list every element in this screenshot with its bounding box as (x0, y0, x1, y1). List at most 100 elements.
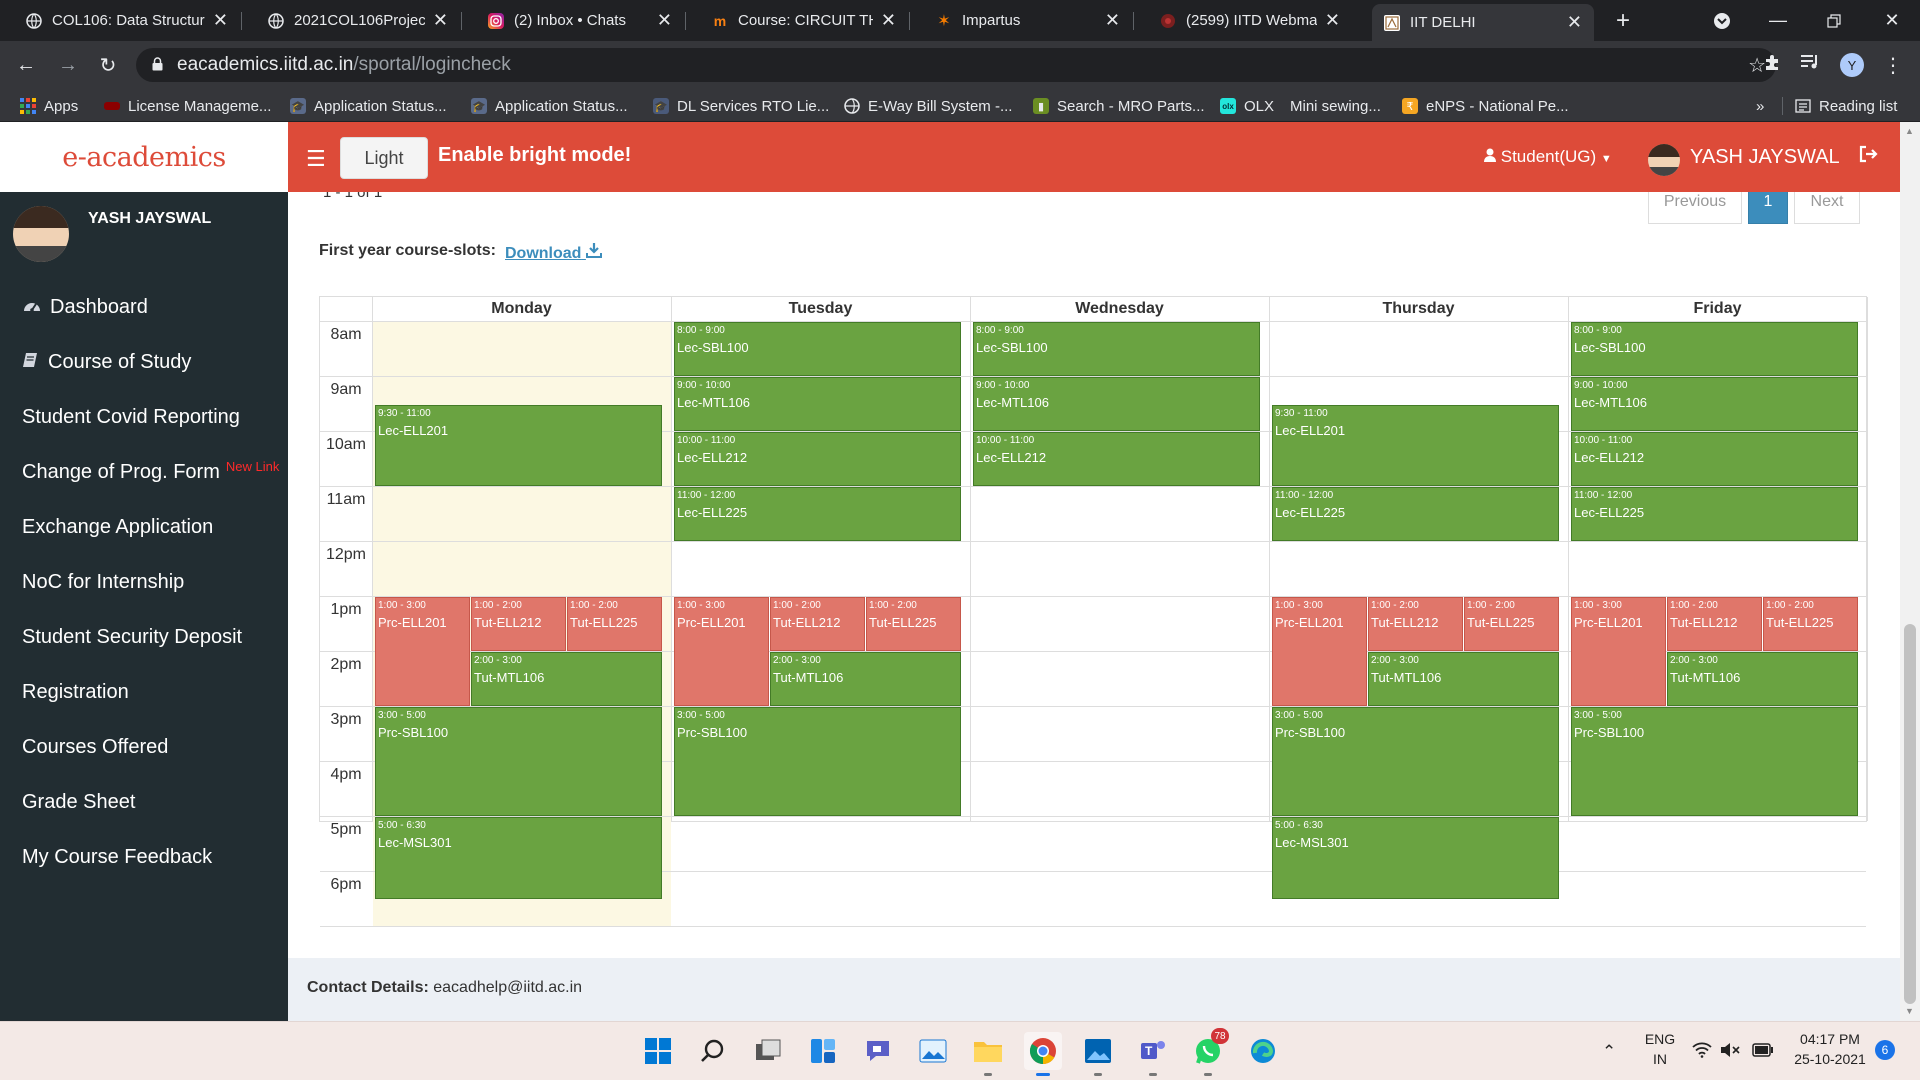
next-page-button[interactable]: Next (1794, 192, 1860, 224)
photos-icon[interactable] (914, 1032, 952, 1070)
course-event[interactable]: 1:00 - 3:00 Prc-ELL201 (1272, 597, 1367, 706)
course-event[interactable]: 2:00 - 3:00 Tut-MTL106 (1667, 652, 1858, 706)
sign-out-icon[interactable] (1858, 144, 1878, 170)
volume-muted-icon[interactable] (1720, 1042, 1740, 1063)
sidebar-item-covid-reporting[interactable]: Student Covid Reporting (0, 387, 288, 447)
close-window-button[interactable]: ✕ (1864, 0, 1920, 41)
bookmark-item[interactable]: ₹ eNPS - National Pe... (1402, 95, 1569, 117)
course-event[interactable]: 11:00 - 12:00 Lec-ELL225 (674, 487, 961, 541)
course-event[interactable]: 1:00 - 3:00 Prc-ELL201 (375, 597, 470, 706)
browser-tab[interactable]: (2599) IITD Webmail :: ✕ (1134, 0, 1352, 41)
light-mode-button[interactable]: Light (340, 137, 428, 179)
course-event[interactable]: 1:00 - 2:00 Tut-ELL225 (1763, 597, 1858, 651)
photos-app-icon[interactable] (1079, 1032, 1117, 1076)
chrome-icon[interactable] (1024, 1032, 1062, 1076)
hamburger-menu-icon[interactable]: ☰ (306, 146, 326, 172)
restore-button[interactable] (1806, 0, 1862, 41)
course-event[interactable]: 11:00 - 12:00 Lec-ELL225 (1571, 487, 1858, 541)
new-tab-button[interactable]: + (1596, 0, 1650, 41)
task-view-icon[interactable] (749, 1032, 787, 1070)
course-event[interactable]: 1:00 - 2:00 Tut-ELL212 (770, 597, 865, 651)
bookmark-item[interactable]: olx OLX (1220, 95, 1274, 117)
bookmark-item[interactable]: 🎓 Application Status... (290, 95, 447, 117)
widgets-icon[interactable] (804, 1032, 842, 1070)
scroll-down-icon[interactable]: ▼ (1905, 1006, 1914, 1016)
contact-email[interactable]: eacadhelp@iitd.ac.in (433, 979, 582, 996)
course-event[interactable]: 2:00 - 3:00 Tut-MTL106 (1368, 652, 1559, 706)
browser-tab[interactable]: (2) Inbox • Chats ✕ (462, 0, 684, 41)
teams-icon[interactable]: T (1134, 1032, 1172, 1076)
close-tab-icon[interactable]: ✕ (1325, 10, 1340, 31)
header-user-name[interactable]: YASH JAYSWAL (1690, 146, 1840, 169)
course-event[interactable]: 1:00 - 2:00 Tut-ELL225 (1464, 597, 1559, 651)
course-event[interactable]: 3:00 - 5:00 Prc-SBL100 (674, 707, 961, 816)
sidebar-item-course-of-study[interactable]: Course of Study (0, 332, 288, 392)
course-event[interactable]: 3:00 - 5:00 Prc-SBL100 (1272, 707, 1559, 816)
media-control-icon[interactable] (1797, 53, 1823, 76)
back-button[interactable]: ← (8, 47, 44, 83)
reload-button[interactable]: ↻ (90, 47, 126, 83)
page-scrollbar[interactable]: ▲ ▼ (1900, 122, 1920, 1021)
course-event[interactable]: 10:00 - 11:00 Lec-ELL212 (973, 432, 1260, 486)
language-top[interactable]: ENG (1640, 1031, 1680, 1047)
clock-date[interactable]: 25-10-2021 (1790, 1051, 1870, 1067)
extensions-icon[interactable] (1759, 53, 1785, 76)
bookmark-item[interactable]: ▮ Search - MRO Parts... (1033, 95, 1205, 117)
header-avatar[interactable] (1648, 144, 1680, 176)
bookmark-item[interactable]: Mini sewing... (1290, 95, 1381, 117)
whatsapp-icon[interactable]: 78 (1189, 1028, 1229, 1076)
sidebar-item-course-feedback[interactable]: My Course Feedback (0, 827, 288, 887)
battery-icon[interactable] (1752, 1042, 1774, 1062)
course-event[interactable]: 9:30 - 11:00 Lec-ELL201 (375, 404, 662, 486)
edge-icon[interactable] (1244, 1032, 1282, 1070)
close-tab-icon[interactable]: ✕ (213, 10, 228, 31)
close-tab-icon[interactable]: ✕ (657, 10, 672, 31)
forward-button[interactable]: → (50, 47, 86, 83)
course-event[interactable]: 1:00 - 2:00 Tut-ELL212 (1667, 597, 1762, 651)
logo-area[interactable]: e-academics (0, 122, 288, 192)
browser-tab[interactable]: m Course: CIRCUIT THEC ✕ (686, 0, 908, 41)
sidebar-item-registration[interactable]: Registration (0, 662, 288, 722)
clock-time[interactable]: 04:17 PM (1790, 1031, 1870, 1047)
course-event[interactable]: 10:00 - 11:00 Lec-ELL212 (1571, 432, 1858, 486)
previous-page-button[interactable]: Previous (1648, 192, 1742, 224)
sidebar-item-dashboard[interactable]: Dashboard (0, 277, 288, 337)
course-event[interactable]: 10:00 - 11:00 Lec-ELL212 (674, 432, 961, 486)
bookmark-item[interactable]: License Manageme... (104, 95, 271, 117)
sidebar-item-change-of-prog[interactable]: Change of Prog. Form New Link (0, 442, 288, 502)
bookmarks-overflow-button[interactable]: » (1756, 95, 1764, 117)
close-tab-icon[interactable]: ✕ (1105, 10, 1120, 31)
page-1-button[interactable]: 1 (1748, 192, 1788, 224)
course-event[interactable]: 3:00 - 5:00 Prc-SBL100 (375, 707, 662, 816)
browser-tab[interactable]: ✶ Impartus ✕ (910, 0, 1132, 41)
course-event[interactable]: 1:00 - 3:00 Prc-ELL201 (674, 597, 769, 706)
sidebar-item-courses-offered[interactable]: Courses Offered (0, 717, 288, 777)
close-tab-icon[interactable]: ✕ (881, 10, 896, 31)
course-event[interactable]: 1:00 - 2:00 Tut-ELL212 (471, 597, 566, 651)
course-event[interactable]: 9:30 - 11:00 Lec-ELL201 (1272, 404, 1559, 486)
sidebar-item-exchange-application[interactable]: Exchange Application (0, 497, 288, 557)
close-tab-icon[interactable]: ✕ (1567, 12, 1582, 33)
scroll-up-icon[interactable]: ▲ (1905, 126, 1914, 136)
course-event[interactable]: 5:00 - 6:30 Lec-MSL301 (375, 817, 662, 899)
language-bottom[interactable]: IN (1640, 1051, 1680, 1067)
wifi-icon[interactable] (1692, 1042, 1712, 1063)
course-event[interactable]: 1:00 - 2:00 Tut-ELL212 (1368, 597, 1463, 651)
tab-search-button[interactable] (1694, 0, 1750, 41)
close-tab-icon[interactable]: ✕ (433, 10, 448, 31)
sidebar-item-grade-sheet[interactable]: Grade Sheet (0, 772, 288, 832)
notification-badge[interactable]: 6 (1875, 1040, 1895, 1060)
download-link[interactable]: Download (505, 242, 602, 263)
scroll-thumb[interactable] (1904, 624, 1916, 1004)
browser-tab[interactable]: COL106: Data Structur ✕ (0, 0, 240, 41)
course-event[interactable]: 8:00 - 9:00 Lec-SBL100 (1571, 322, 1858, 376)
course-event[interactable]: 9:00 - 10:00 Lec-MTL106 (973, 377, 1260, 431)
minimize-button[interactable]: — (1750, 0, 1806, 41)
course-event[interactable]: 1:00 - 2:00 Tut-ELL225 (567, 597, 662, 651)
reading-list-button[interactable]: Reading list (1795, 95, 1897, 117)
sidebar-item-security-deposit[interactable]: Student Security Deposit (0, 607, 288, 667)
sidebar-item-noc-internship[interactable]: NoC for Internship (0, 552, 288, 612)
course-event[interactable]: 3:00 - 5:00 Prc-SBL100 (1571, 707, 1858, 816)
profile-avatar[interactable]: Y (1840, 53, 1864, 77)
bookmark-item[interactable]: 🎓 Application Status... (471, 95, 628, 117)
